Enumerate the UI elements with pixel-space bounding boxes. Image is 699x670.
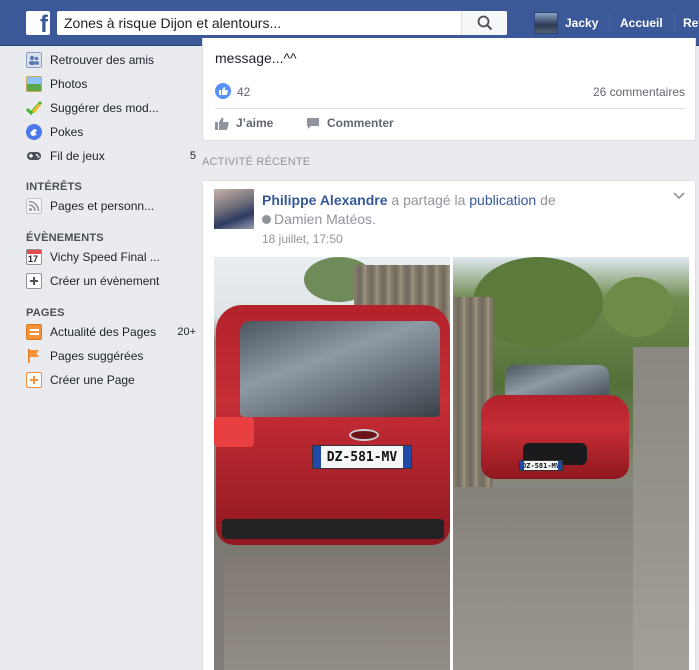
nav-divider [609,14,610,32]
sidebar-item-suggest-edits[interactable]: Suggérer des mod... [25,98,196,118]
find-friends-icon [26,52,42,68]
sidebar-item-label: Créer une Page [50,373,135,387]
post-header: Philippe Alexandre a partagé la publicat… [262,191,662,229]
nav-divider [674,14,675,32]
pages-feed-icon [26,324,42,340]
sidebar-item-label: Créer un évènement [50,274,160,288]
photo-tail-light [214,417,254,447]
suggest-edits-icon [25,100,43,116]
like-button[interactable]: J’aime [215,116,273,130]
find-friends-link[interactable]: Retr [683,16,699,30]
post-photo-rear-car[interactable]: DZ-581-MV [214,257,450,670]
photo-license-plate: DZ-581-MV [519,460,563,471]
sidebar-item-photos[interactable]: Photos [26,74,196,94]
comments-count[interactable]: 26 commentaires [593,85,685,99]
profile-link[interactable]: Jacky [565,16,598,30]
post-message: message...^^ [215,50,297,66]
author-avatar[interactable] [214,189,254,229]
sidebar-item-label: Pages et personn... [50,199,155,213]
events-section-title: ÉVÈNEMENTS [26,232,104,244]
photo-brand-badge [349,429,379,441]
post-divider [215,108,685,109]
sidebar-item-pages-people[interactable]: Pages et personn... [26,196,196,216]
sidebar-item-create-page[interactable]: Créer une Page [26,370,196,390]
recent-activity-title: ACTIVITÉ RÉCENTE [202,156,311,168]
share-verb: a partagé la [391,192,466,208]
reactions-row: 42 26 commentaires [215,82,685,102]
comment-button[interactable]: Commenter [306,116,394,130]
facebook-logo-icon[interactable]: f [26,11,50,38]
rss-icon [26,198,42,214]
thumbs-up-icon [215,117,229,130]
sidebar-item-label: Pages suggérées [50,349,144,363]
photo-car-rear-window [240,321,440,417]
search-button[interactable] [461,11,507,35]
sidebar-item-suggested-pages[interactable]: Pages suggérées [26,346,196,366]
sidebar-item-label: Retrouver des amis [50,53,155,67]
plate-text: DZ-581-MV [522,461,560,470]
shared-post: Philippe Alexandre a partagé la publicat… [202,180,696,670]
like-label: J’aime [236,116,274,130]
calendar-icon: 17 [26,249,42,265]
original-author-link[interactable]: Damien Matéos. [274,211,376,227]
sidebar-item-label: Pokes [50,125,84,139]
photo-tree [603,277,673,337]
add-event-icon [26,273,42,289]
games-icon [26,148,42,164]
calendar-day: 17 [28,254,39,264]
pokes-icon [26,124,42,140]
photo-pavement [453,487,633,670]
comment-icon [306,117,320,130]
interests-section-title: INTÉRÊTS [26,181,82,193]
search-box[interactable]: Zones à risque Dijon et alentours... [57,11,507,35]
photo-license-plate: DZ-581-MV [312,445,412,469]
sidebar-item-label: Actualité des Pages [50,325,157,339]
add-page-icon [26,372,42,388]
sidebar-item-games[interactable]: Fil de jeux 5 [26,146,196,166]
search-input[interactable]: Zones à risque Dijon et alentours... [64,15,281,31]
sidebar-item-label: Photos [50,77,88,91]
games-count-badge: 5 [189,150,196,162]
home-link[interactable]: Accueil [620,16,663,30]
sidebar-item-label: Fil de jeux [50,149,105,163]
sidebar-item-find-friends[interactable]: Retrouver des amis [26,50,196,70]
photos-icon [26,76,42,92]
sidebar-item-label: Suggérer des mod... [50,101,159,115]
user-avatar[interactable] [534,12,558,34]
post-options-chevron-icon[interactable] [673,189,685,203]
pages-section-title: PAGES [26,307,65,319]
publication-link[interactable]: publication [469,192,536,208]
comment-label: Commenter [327,116,394,130]
sidebar-item-create-event[interactable]: Créer un évènement [26,271,196,291]
photo-bumper [222,519,444,539]
photo-road [633,347,689,670]
post-photo-front-car[interactable]: DZ-581-MV [453,257,689,670]
sidebar-item-pages-feed[interactable]: Actualité des Pages 20+ [26,322,196,342]
sidebar-item-event[interactable]: 17 Vichy Speed Final ... [26,247,196,267]
like-reaction-icon[interactable] [215,83,231,99]
page-badge-icon [262,215,271,224]
feed-post: message...^^ 42 26 commentaires J’aime C… [202,38,696,141]
photo-pavement [224,557,450,670]
sidebar-item-label: Vichy Speed Final ... [50,250,160,264]
author-name-link[interactable]: Philippe Alexandre [262,192,388,208]
search-icon [477,15,493,31]
share-of: de [540,192,556,208]
flag-icon [26,348,42,364]
likes-count[interactable]: 42 [237,85,250,99]
plate-text: DZ-581-MV [326,449,398,465]
sidebar-item-pokes[interactable]: Pokes [26,122,196,142]
post-timestamp[interactable]: 18 juillet, 17:50 [262,232,343,246]
pages-feed-count: 20+ [177,326,196,338]
